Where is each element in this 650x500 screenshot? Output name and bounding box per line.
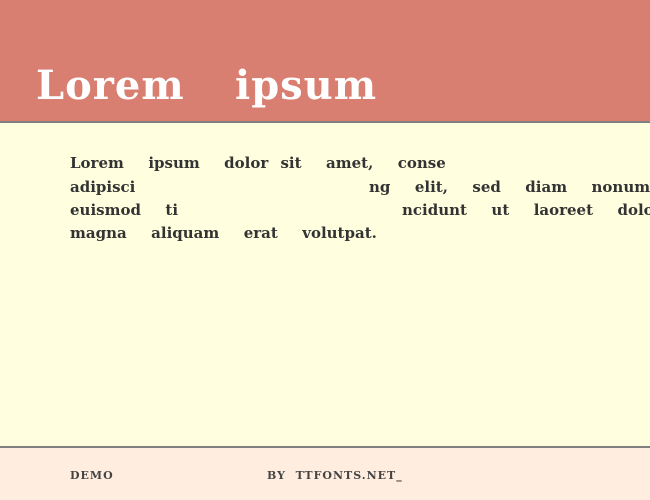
text-line-3b: ncidunt ut laoreet dolor (402, 201, 650, 219)
text-line-3a: euismod ti (70, 201, 179, 219)
text-line-4: magna aliquam erat volutpat. (70, 224, 377, 242)
text-line-1: Lorem ipsum dolor sit amet, conse (70, 154, 446, 172)
footer-demo-label: DEMO (70, 469, 114, 482)
header-banner: Lorem ipsum (0, 0, 650, 123)
footer-credit: BY TTFONTS.NET_ (267, 469, 403, 482)
title-word-2: ipsum (235, 62, 378, 109)
text-line-2a: adipisci (70, 178, 136, 196)
text-line-2b: ng elit, sed diam nonummy (369, 178, 650, 196)
title-word-1: Lorem (36, 62, 185, 109)
